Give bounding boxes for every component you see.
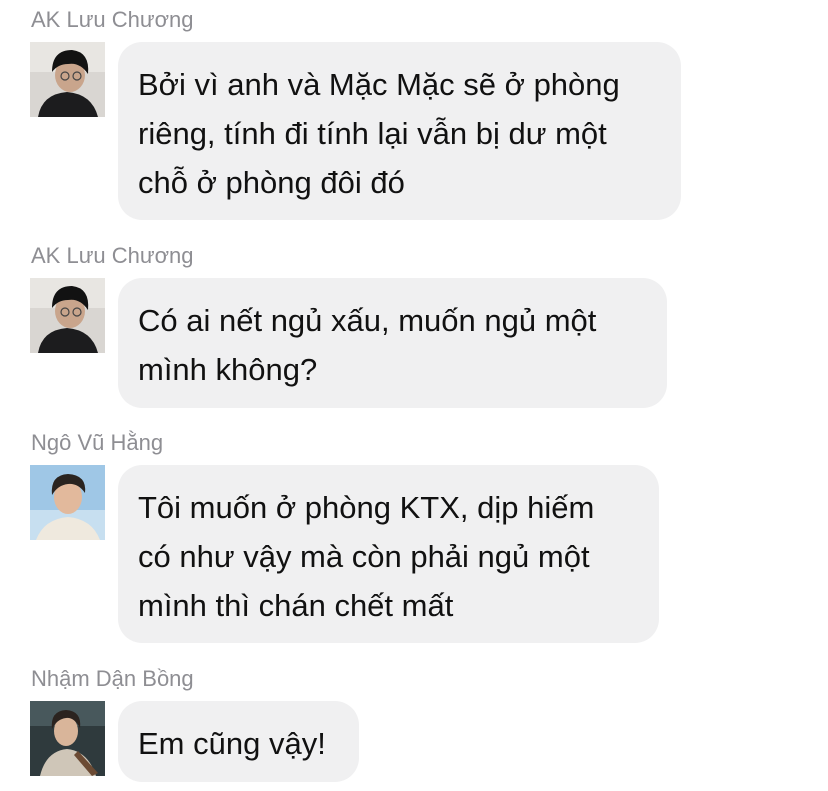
sender-name: AK Lưu Chương	[31, 243, 194, 268]
message-text-line: chỗ ở phòng đôi đó	[138, 165, 405, 200]
sender-name: Nhậm Dận Bồng	[31, 666, 194, 691]
avatar[interactable]	[30, 278, 105, 353]
sender-name: Ngô Vũ Hằng	[31, 430, 164, 455]
sender-name: AK Lưu Chương	[31, 7, 194, 32]
avatar-image	[30, 42, 105, 117]
message-bubble[interactable]: Có ai nết ngủ xấu, muốn ngủ một mình khô…	[118, 278, 667, 408]
avatar[interactable]	[30, 465, 105, 540]
message-text-line: riêng, tính đi tính lại vẫn bị dư một	[138, 116, 607, 151]
message-text-line: Em cũng vậy!	[138, 726, 326, 761]
avatar-image	[30, 701, 105, 776]
message-text-line: Bởi vì anh và Mặc Mặc sẽ ở phòng	[138, 67, 620, 102]
message-bubble[interactable]: Em cũng vậy!	[118, 701, 359, 782]
avatar-image	[30, 465, 105, 540]
message-text-line: mình thì chán chết mất	[138, 588, 454, 623]
avatar-image	[30, 278, 105, 353]
avatar[interactable]	[30, 701, 105, 776]
message-text-line: Có ai nết ngủ xấu, muốn ngủ một	[138, 303, 597, 338]
message-text-line: có như vậy mà còn phải ngủ một	[138, 539, 590, 574]
message-bubble[interactable]: Tôi muốn ở phòng KTX, dịp hiếm có như vậ…	[118, 465, 659, 643]
message-text-line: mình không?	[138, 352, 318, 387]
avatar[interactable]	[30, 42, 105, 117]
message-bubble[interactable]: Bởi vì anh và Mặc Mặc sẽ ở phòng riêng, …	[118, 42, 681, 220]
message-text-line: Tôi muốn ở phòng KTX, dịp hiếm	[138, 490, 595, 525]
